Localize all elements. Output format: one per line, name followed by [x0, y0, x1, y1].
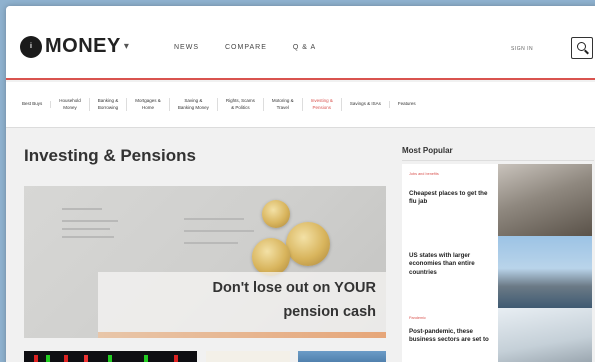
category-features[interactable]: Features [390, 101, 424, 107]
nav-compare[interactable]: COMPARE [225, 44, 267, 51]
sign-in-link[interactable]: SIGN IN [511, 46, 533, 52]
category-investing-pensions[interactable]: Investing & Pensions [303, 98, 342, 111]
hero-caption: Don't lose out on YOUR pension cash [98, 272, 386, 334]
article-thumbnail[interactable] [298, 351, 386, 362]
search-icon-handle [584, 49, 589, 55]
popular-article-card[interactable]: Jobs and benefits Cheapest places to get… [402, 164, 592, 236]
category-rights-scams[interactable]: Rights, Scams & Politics [218, 98, 264, 111]
document-line [184, 230, 254, 232]
top-nav: NEWS COMPARE Q & A [174, 44, 316, 51]
hero-accent-bar [98, 332, 386, 338]
popular-article-card[interactable]: US states with larger economies than ent… [402, 236, 592, 308]
chart-bar [84, 355, 88, 362]
most-popular-heading: Most Popular [402, 146, 453, 155]
article-title[interactable]: US states with larger economies than ent… [409, 252, 495, 277]
category-motoring-travel[interactable]: Motoring & Travel [264, 98, 303, 111]
hero-headline-2[interactable]: pension cash [283, 304, 376, 320]
browser-frame: i MONEY ▾ NEWS COMPARE Q & A SIGN IN Bes… [6, 6, 595, 362]
hero-article[interactable]: Don't lose out on YOUR pension cash [24, 186, 386, 338]
coin-image [286, 222, 330, 266]
document-line [62, 228, 110, 230]
article-title[interactable]: Post-pandemic, these business sectors ar… [409, 328, 495, 345]
page-title: Investing & Pensions [24, 146, 196, 165]
article-image[interactable] [498, 236, 592, 308]
site-logo[interactable]: i MONEY ▾ [20, 35, 129, 58]
document-line [62, 220, 118, 222]
nav-qa[interactable]: Q & A [293, 44, 316, 51]
category-mortgages-home[interactable]: Mortgages & Home [127, 98, 170, 111]
chevron-down-icon[interactable]: ▾ [124, 41, 129, 52]
coin-image [262, 200, 290, 228]
popular-article-card[interactable]: Pandemic Post-pandemic, these business s… [402, 308, 592, 362]
logo-text: MONEY [45, 35, 121, 57]
logo-badge: i [20, 35, 42, 58]
chart-bar [174, 355, 178, 362]
chart-bar [46, 355, 50, 362]
article-title[interactable]: Cheapest places to get the flu jab [409, 190, 495, 207]
document-line [184, 242, 238, 244]
article-kicker: Pandemic [409, 316, 426, 320]
article-thumbnail[interactable] [24, 351, 197, 362]
chart-bar [108, 355, 112, 362]
chart-bar [144, 355, 148, 362]
article-image[interactable] [498, 164, 592, 236]
article-image[interactable] [498, 308, 592, 362]
category-banking-borrowing[interactable]: Banking & Borrowing [90, 98, 128, 111]
chart-bar [34, 355, 38, 362]
category-saving-banking[interactable]: Saving & Banking Money [170, 98, 218, 111]
article-thumbnail[interactable] [206, 351, 290, 362]
document-line [184, 218, 244, 220]
document-line [62, 208, 102, 210]
category-household-money[interactable]: Household Money [51, 98, 90, 111]
search-button[interactable] [571, 37, 593, 59]
category-best-buys[interactable]: Best Buys [14, 101, 52, 108]
hero-headline[interactable]: Don't lose out on YOUR [213, 280, 376, 296]
coin-image [252, 238, 290, 276]
category-nav: Best Buys Household Money Banking & Borr… [6, 82, 595, 128]
divider [402, 160, 594, 161]
chart-bar [64, 355, 68, 362]
category-savings-isas[interactable]: Savings & ISAs [342, 101, 390, 108]
site-header: i MONEY ▾ NEWS COMPARE Q & A SIGN IN [6, 6, 595, 80]
document-line [62, 236, 114, 238]
article-kicker: Jobs and benefits [409, 172, 439, 176]
nav-news[interactable]: NEWS [174, 44, 199, 51]
